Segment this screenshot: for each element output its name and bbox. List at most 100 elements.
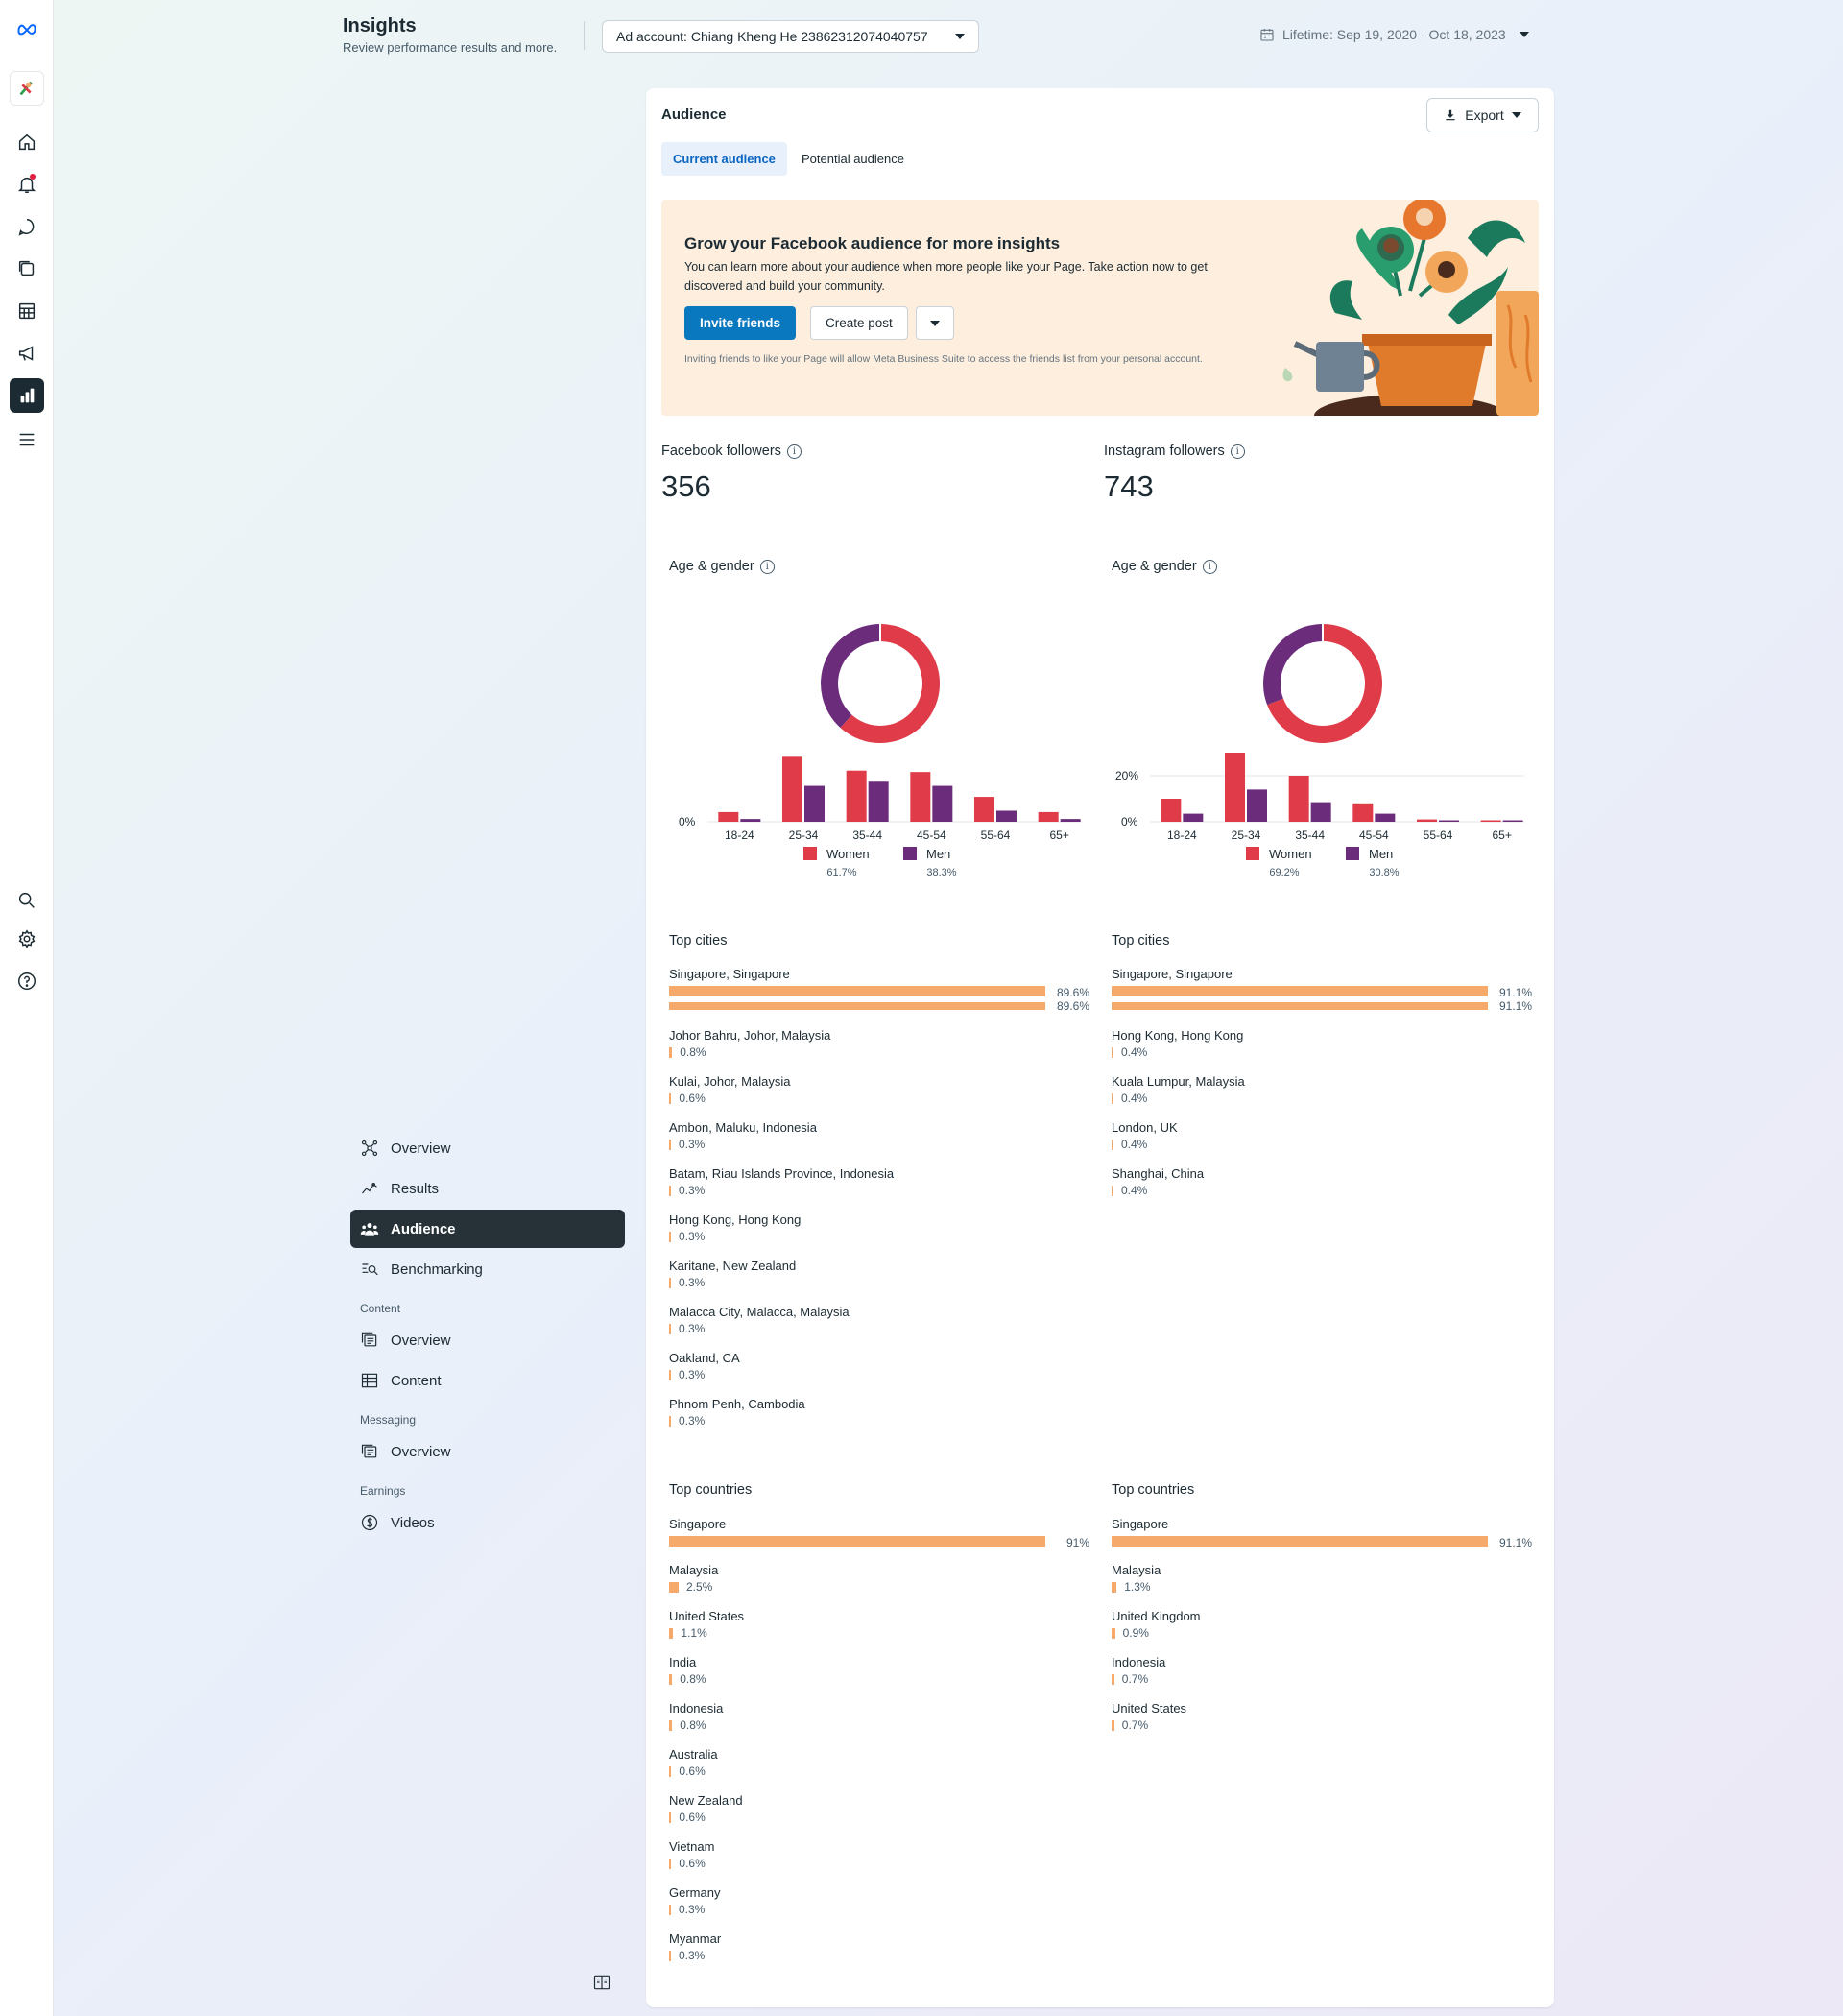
info-icon[interactable]: i	[759, 559, 775, 574]
list-item-name: Germany	[669, 1885, 721, 1900]
inbox-icon[interactable]	[10, 209, 44, 244]
collapse-panel-icon[interactable]	[592, 1973, 611, 1992]
meta-logo-icon[interactable]	[10, 12, 44, 46]
list-item-bar-row: 0.3%	[669, 1138, 1091, 1151]
percentage-label: 0.6%	[679, 1764, 706, 1778]
list-item: Ambon, Maluku, Indonesia 0.3%	[669, 1120, 1091, 1151]
ads-icon[interactable]	[10, 336, 44, 371]
list-item-bar-row: 0.3%	[669, 1949, 1091, 1962]
list-item-bar-row: 0.4%	[1112, 1138, 1534, 1151]
instagram-followers-text: Instagram followers	[1104, 444, 1225, 459]
list-item: Singapore, Singapore 91.1% 91.1%	[1112, 967, 1534, 1013]
list-item: Indonesia 0.8%	[669, 1701, 1091, 1732]
search-icon[interactable]	[10, 883, 44, 918]
list-item: New Zealand 0.6%	[669, 1793, 1091, 1824]
create-post-button[interactable]: Create post	[810, 306, 908, 340]
list-item: Myanmar 0.3%	[669, 1932, 1091, 1962]
list-item-name: Batam, Riau Islands Province, Indonesia	[669, 1166, 895, 1181]
list-item-bar-row: 91%	[669, 1535, 1091, 1549]
list-item-name: Indonesia	[1112, 1655, 1166, 1669]
help-icon[interactable]	[10, 964, 44, 998]
subnav-group-earnings: Earnings	[360, 1484, 406, 1498]
page-subtitle: Review performance results and more.	[343, 40, 558, 55]
percentage-bar	[669, 1673, 673, 1685]
subnav-label: Videos	[391, 1514, 435, 1531]
subnav-messaging-overview[interactable]: Overview	[350, 1432, 625, 1471]
profile-avatar[interactable]	[10, 71, 44, 106]
percentage-bar	[669, 1415, 671, 1427]
percentage-bar	[669, 1581, 679, 1593]
list-item-bar-row: 0.4%	[1112, 1184, 1534, 1197]
percentage-label: 0.3%	[679, 1414, 706, 1428]
facebook-followers-text: Facebook followers	[661, 444, 781, 459]
results-icon	[362, 1183, 377, 1194]
list-item-bar-row: 1.1%	[669, 1626, 1091, 1640]
list-item-name: Myanmar	[669, 1932, 722, 1946]
percentage-bar	[669, 1858, 672, 1869]
list-item-name: Kuala Lumpur, Malaysia	[1112, 1074, 1245, 1089]
subnav-results[interactable]: Results	[350, 1169, 625, 1208]
subnav-overview[interactable]: Overview	[350, 1129, 625, 1167]
list-item-name: Singapore	[669, 1517, 727, 1531]
bar-men	[1183, 813, 1204, 822]
list-item-bar-row: 0.6%	[669, 1811, 1091, 1824]
subnav-videos[interactable]: Videos	[350, 1503, 625, 1542]
menu-icon[interactable]	[10, 422, 44, 457]
grow-audience-banner: Grow your Facebook audience for more ins…	[661, 200, 1539, 416]
subnav-content-overview[interactable]: Overview	[350, 1321, 625, 1359]
percentage-bar	[1112, 1046, 1113, 1058]
notifications-icon[interactable]	[10, 167, 44, 202]
percentage-bar	[669, 1535, 1045, 1547]
subnav-content[interactable]: Content	[350, 1361, 625, 1400]
info-icon[interactable]: i	[786, 444, 802, 459]
legend-label: Women	[1269, 847, 1312, 861]
home-icon[interactable]	[10, 125, 44, 159]
y-tick-label: 0%	[679, 815, 696, 828]
x-tick-label: 55-64	[1424, 828, 1453, 842]
download-icon	[1446, 109, 1455, 121]
subnav-benchmarking[interactable]: Benchmarking	[350, 1250, 625, 1288]
list-item-bar-row: 0.6%	[669, 1092, 1091, 1105]
age-gender-title: Age & gender i	[1112, 559, 1217, 574]
date-range-picker[interactable]: Lifetime: Sep 19, 2020 - Oct 18, 2023	[1259, 27, 1529, 42]
bar-men	[932, 785, 953, 822]
invite-friends-button[interactable]: Invite friends	[684, 306, 797, 340]
age-gender-title-text: Age & gender	[1112, 559, 1197, 574]
tab-potential-audience[interactable]: Potential audience	[790, 142, 916, 176]
list-item-bar-row: 0.8%	[669, 1045, 1091, 1059]
list-item-name: United States	[1112, 1701, 1187, 1716]
bar-women	[1352, 803, 1374, 822]
list-item-bar-row: 0.7%	[1112, 1672, 1534, 1686]
percentage-label: 1.3%	[1124, 1580, 1151, 1594]
bar-men	[868, 781, 889, 822]
percentage-label: 91.1%	[1498, 986, 1532, 999]
settings-icon[interactable]	[10, 922, 44, 956]
export-button[interactable]: Export	[1426, 98, 1539, 132]
ad-account-dropdown[interactable]: Ad account: Chiang Kheng He 238623120740…	[602, 20, 979, 53]
tab-current-audience[interactable]: Current audience	[661, 142, 787, 176]
content-icon[interactable]	[10, 252, 44, 286]
chevron-down-icon	[1519, 32, 1529, 37]
planner-icon[interactable]	[10, 294, 44, 328]
insights-icon[interactable]	[10, 378, 44, 413]
info-icon[interactable]: i	[1202, 559, 1217, 574]
bar-women	[1288, 776, 1309, 822]
donut-slice-men	[821, 624, 880, 728]
legend-percent: 61.7%	[826, 867, 856, 878]
benchmarking-icon	[362, 1263, 378, 1276]
list-item: Hong Kong, Hong Kong 0.4%	[1112, 1028, 1534, 1059]
list-item: United States 0.7%	[1112, 1701, 1534, 1732]
banner-title: Grow your Facebook audience for more ins…	[684, 234, 1061, 252]
list-item: Malaysia 1.3%	[1112, 1563, 1534, 1594]
create-post-options-button[interactable]	[916, 306, 954, 340]
info-icon[interactable]: i	[1230, 444, 1245, 459]
percentage-bar	[669, 985, 1045, 996]
percentage-label: 89.6%	[1056, 986, 1089, 999]
percentage-label: 0.6%	[679, 1811, 706, 1824]
bar-women	[1038, 811, 1059, 822]
subnav-audience[interactable]: Audience	[350, 1210, 625, 1248]
legend-label: Women	[826, 847, 870, 861]
bar-men	[1247, 789, 1267, 822]
percentage-label: 89.6%	[1056, 999, 1089, 1013]
list-item-bar-row: 0.4%	[1112, 1092, 1534, 1105]
